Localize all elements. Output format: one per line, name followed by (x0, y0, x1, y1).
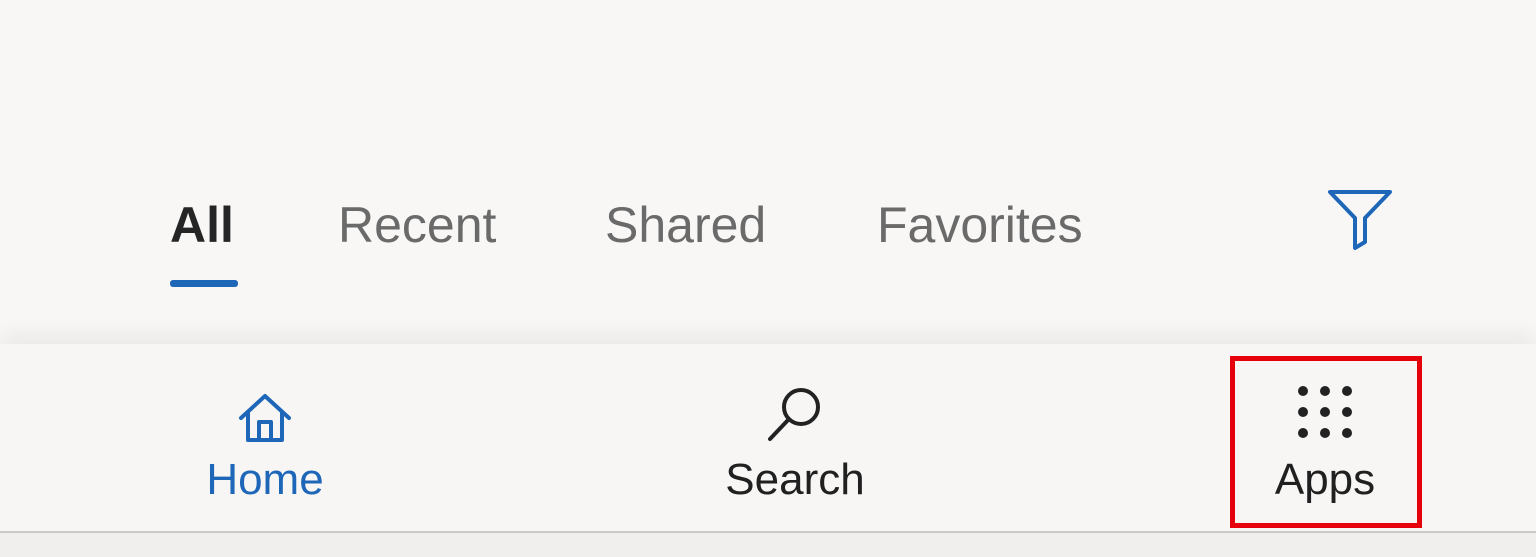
active-tab-indicator (170, 280, 238, 287)
filter-button[interactable] (1322, 186, 1398, 252)
tab-all[interactable]: All (170, 190, 234, 260)
bottom-navigation-bar: Home Search Apps (0, 344, 1536, 532)
apps-grid-icon (1298, 386, 1352, 438)
bottom-strip (0, 533, 1536, 557)
nav-label-apps: Apps (1274, 455, 1376, 504)
nav-item-search[interactable]: Search (700, 344, 890, 532)
home-icon (239, 394, 291, 442)
nav-item-home[interactable]: Home (170, 344, 360, 532)
nav-item-apps[interactable]: Apps (1234, 344, 1416, 532)
nav-label-home: Home (206, 455, 324, 504)
filter-icon (1328, 190, 1392, 250)
filter-tabs: All Recent Shared Favorites (0, 0, 1536, 340)
tab-shared[interactable]: Shared (605, 190, 766, 260)
tab-recent[interactable]: Recent (338, 190, 496, 260)
nav-label-search: Search (725, 455, 865, 504)
search-icon (768, 388, 820, 441)
tab-favorites[interactable]: Favorites (877, 190, 1083, 260)
